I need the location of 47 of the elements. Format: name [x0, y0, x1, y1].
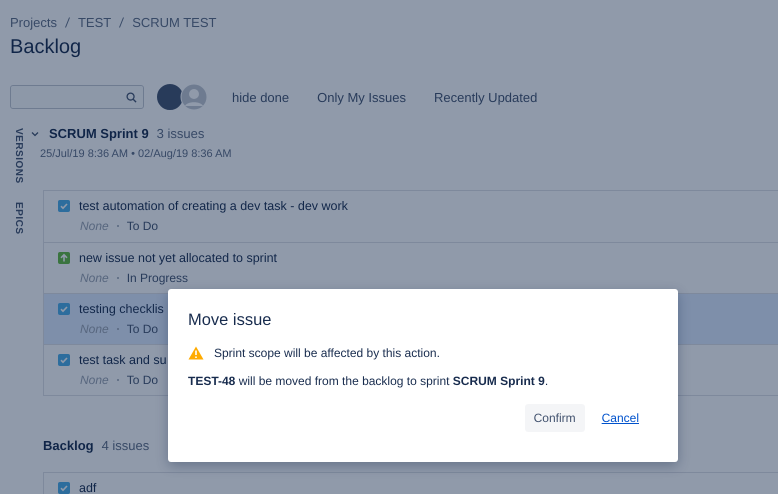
- breadcrumb-link[interactable]: Projects: [10, 14, 57, 30]
- status-label: To Do: [126, 373, 158, 387]
- sprint-dates: 25/Jul/19 8:36 AM • 02/Aug/19 8:36 AM: [40, 148, 233, 160]
- status-label: In Progress: [126, 271, 188, 285]
- warning-text: Sprint scope will be affected by this action.: [214, 346, 440, 360]
- issue-count: 3 issues: [156, 126, 204, 141]
- issue-summary: test automation of creating a dev task - dev work: [79, 199, 348, 213]
- side-tab[interactable]: EPICS: [12, 202, 24, 234]
- separator-dot: [116, 225, 119, 227]
- warning-icon: [188, 346, 204, 360]
- breadcrumb-link[interactable]: TEST: [78, 14, 112, 30]
- page-title: Backlog: [10, 36, 82, 59]
- sprint-name: SCRUM Sprint 9: [49, 126, 149, 141]
- cancel-link[interactable]: Cancel: [592, 404, 648, 432]
- separator-dot: [116, 328, 119, 330]
- quick-filter[interactable]: Only My Issues: [303, 86, 420, 108]
- status-label: To Do: [126, 219, 158, 233]
- quick-filter[interactable]: hide done: [218, 86, 304, 108]
- avatar[interactable]: [156, 83, 184, 111]
- checkbox-icon: [58, 200, 70, 212]
- breadcrumb-link[interactable]: SCRUM TEST: [132, 14, 216, 30]
- checkbox-icon: [58, 354, 70, 366]
- quick-filter[interactable]: Recently Updated: [420, 86, 552, 108]
- confirm-button[interactable]: Confirm: [524, 404, 585, 432]
- checkbox-icon: [58, 482, 70, 494]
- dialog-message: TEST-48 will be moved from the backlog to sprint SCRUM Sprint 9.: [188, 374, 550, 388]
- checkbox-icon: [58, 303, 70, 315]
- slash-icon: [119, 16, 124, 28]
- side-tab[interactable]: VERSIONS: [12, 128, 24, 184]
- slash-icon: [64, 16, 70, 28]
- issue-count: 4 issues: [102, 438, 150, 453]
- issue-summary: testing checklis: [79, 302, 164, 316]
- chevron-icon[interactable]: [31, 130, 39, 138]
- epic-label: None: [80, 373, 109, 387]
- status-label: To Do: [126, 322, 158, 336]
- search-field[interactable]: [10, 85, 144, 109]
- issue-summary: new issue not yet allocated to sprint: [79, 251, 278, 265]
- epic-label: None: [80, 271, 109, 285]
- up-arrow-icon: [58, 252, 70, 264]
- issue-summary: test task and su: [79, 353, 167, 367]
- dialog-title: Move issue: [188, 311, 272, 330]
- epic-label: None: [80, 219, 109, 233]
- separator-dot: [116, 277, 119, 279]
- search-icon: [126, 92, 137, 102]
- separator-dot: [116, 379, 119, 381]
- issue-summary: adf: [79, 481, 96, 494]
- backlog-name: Backlog: [43, 438, 94, 453]
